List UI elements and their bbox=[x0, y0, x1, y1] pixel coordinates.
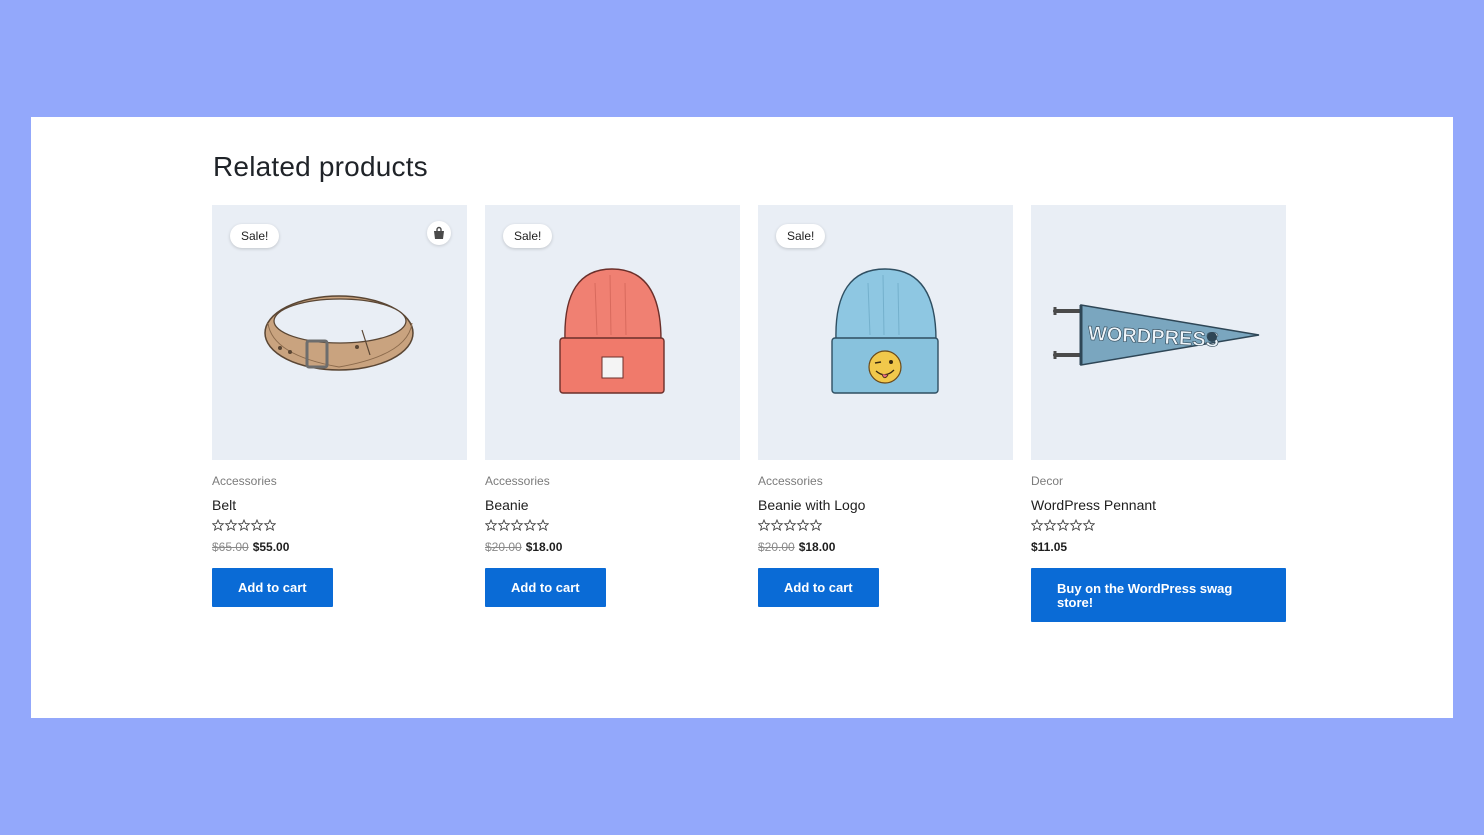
add-to-cart-button[interactable]: Add to cart bbox=[212, 568, 333, 607]
product-price: $20.00 $18.00 bbox=[485, 540, 740, 554]
add-to-cart-button[interactable]: Add to cart bbox=[485, 568, 606, 607]
product-price: $65.00 $55.00 bbox=[212, 540, 467, 554]
empty-stars-icon bbox=[758, 519, 822, 531]
sale-price: $55.00 bbox=[252, 540, 290, 554]
original-price: $20.00 bbox=[758, 540, 795, 554]
section-heading: Related products bbox=[213, 151, 428, 182]
product-card-beanie-with-logo: Sale! Accessories Beanie with Logo $20.0… bbox=[758, 205, 1013, 622]
product-price: $20.00 $18.00 bbox=[758, 540, 1013, 554]
product-card-belt: Sale! Accessories Belt $65.00 $55.00 Add… bbox=[212, 205, 467, 622]
regular-price: $11.05 bbox=[1031, 540, 1068, 554]
star-rating bbox=[485, 519, 740, 533]
star-rating bbox=[212, 519, 467, 533]
add-to-cart-button[interactable]: Add to cart bbox=[758, 568, 879, 607]
product-grid: Sale! Accessories Belt $65.00 $55.00 Add… bbox=[212, 205, 1286, 622]
product-image-link[interactable]: WORDPRESS bbox=[1031, 205, 1286, 460]
product-image-link[interactable]: Sale! bbox=[485, 205, 740, 460]
product-title[interactable]: Beanie bbox=[485, 497, 740, 513]
sale-price: $18.00 bbox=[798, 540, 836, 554]
product-title[interactable]: Beanie with Logo bbox=[758, 497, 1013, 513]
product-category[interactable]: Accessories bbox=[212, 474, 467, 488]
product-card-beanie: Sale! Accessories Beanie $20.00 $18.00 A… bbox=[485, 205, 740, 622]
product-price: $11.05 bbox=[1031, 540, 1286, 554]
product-image-link[interactable]: Sale! bbox=[212, 205, 467, 460]
product-category[interactable]: Accessories bbox=[485, 474, 740, 488]
sale-price: $18.00 bbox=[525, 540, 563, 554]
original-price: $20.00 bbox=[485, 540, 522, 554]
original-price: $65.00 bbox=[212, 540, 249, 554]
product-title[interactable]: Belt bbox=[212, 497, 467, 513]
empty-stars-icon bbox=[485, 519, 549, 531]
product-card-wordpress-pennant: WORDPRESS Decor WordPress Pennant $11.05… bbox=[1031, 205, 1286, 622]
sale-badge: Sale! bbox=[776, 224, 826, 248]
product-category[interactable]: Decor bbox=[1031, 474, 1286, 488]
empty-stars-icon bbox=[1031, 519, 1095, 531]
star-rating bbox=[1031, 519, 1286, 533]
buy-on-swag-store-button[interactable]: Buy on the WordPress swag store! bbox=[1031, 568, 1286, 622]
shopping-bag-icon[interactable] bbox=[427, 221, 451, 245]
product-title[interactable]: WordPress Pennant bbox=[1031, 497, 1286, 513]
product-image-link[interactable]: Sale! bbox=[758, 205, 1013, 460]
product-category[interactable]: Accessories bbox=[758, 474, 1013, 488]
related-products-panel: Related products Sale! Accessories Belt … bbox=[31, 117, 1453, 718]
sale-badge: Sale! bbox=[230, 224, 280, 248]
pennant-image: WORDPRESS bbox=[1053, 304, 1260, 366]
star-rating bbox=[758, 519, 1013, 533]
empty-stars-icon bbox=[212, 519, 276, 531]
sale-badge: Sale! bbox=[503, 224, 553, 248]
